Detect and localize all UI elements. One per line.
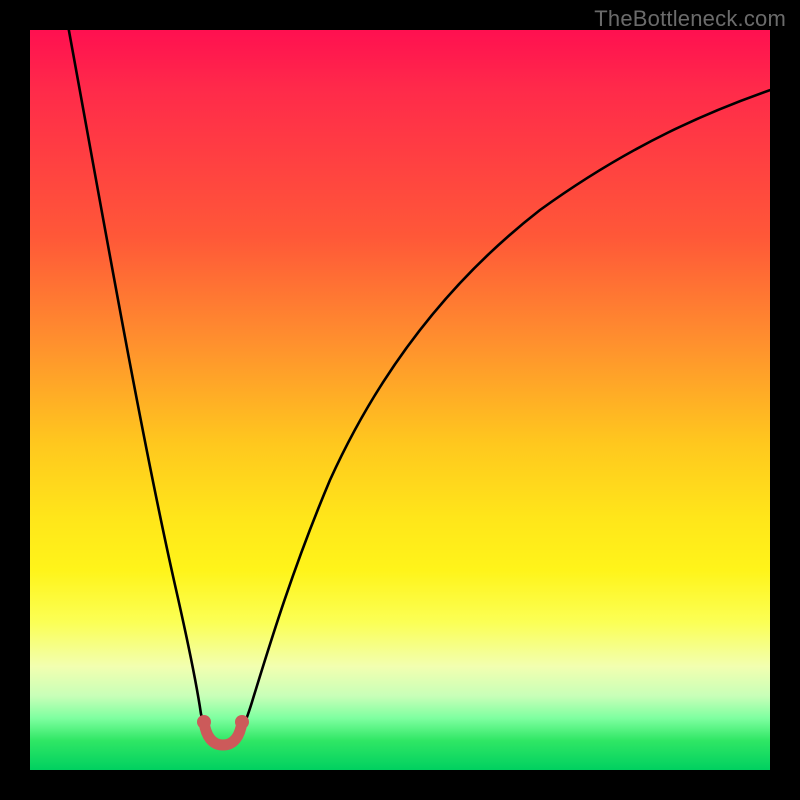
chart-container: TheBottleneck.com	[0, 0, 800, 800]
plot-area	[30, 30, 770, 770]
heat-gradient-background	[30, 30, 770, 770]
watermark-text: TheBottleneck.com	[594, 6, 786, 32]
